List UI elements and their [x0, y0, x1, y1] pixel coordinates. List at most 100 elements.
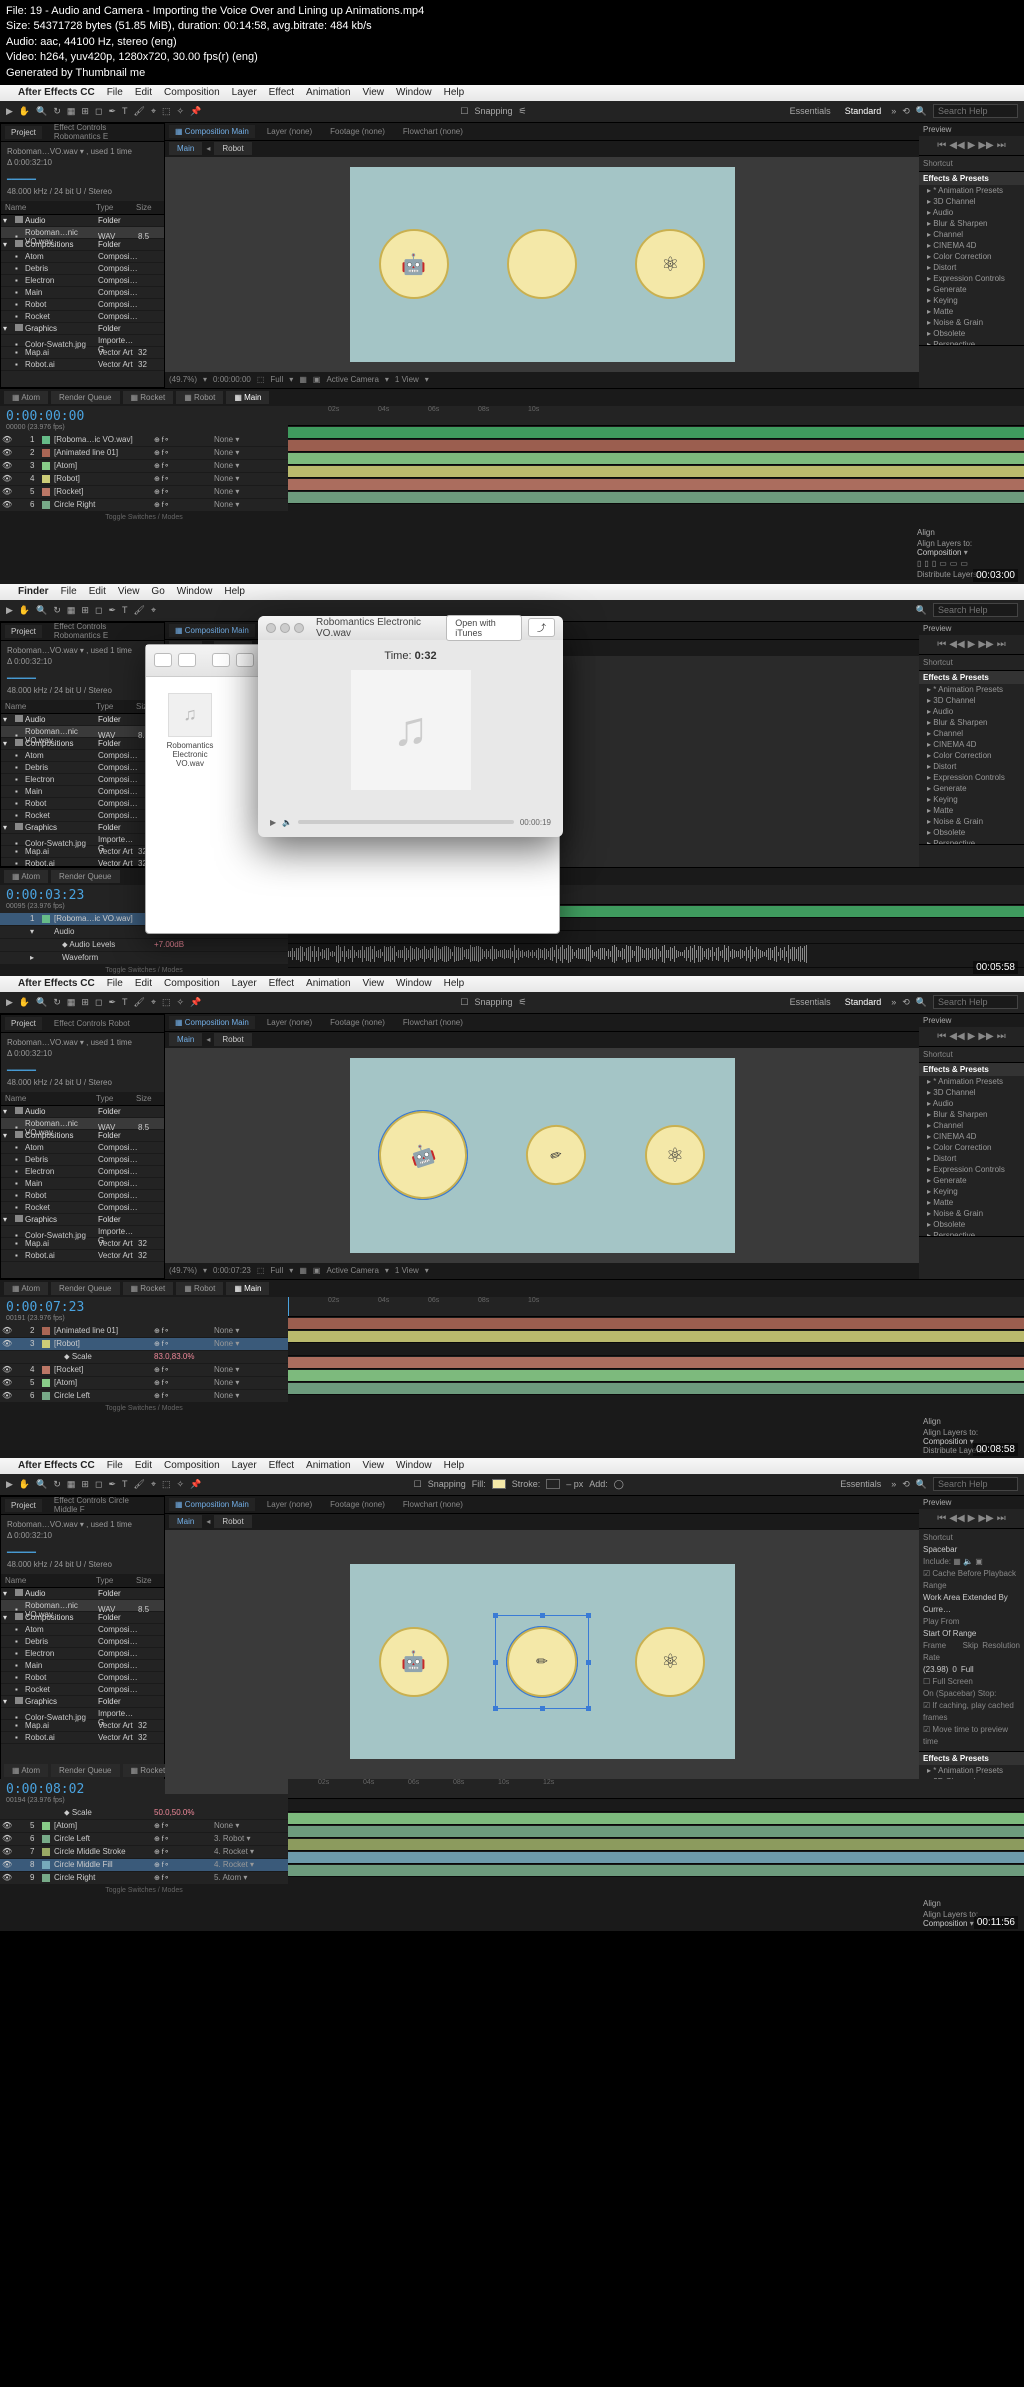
fx-category[interactable]: ▸ Color Correction	[919, 251, 1024, 262]
layer-row[interactable]: 👁5[Rocket]⊕ f⚬None ▾	[0, 486, 288, 499]
fx-category[interactable]: ▸ Perspective	[919, 339, 1024, 345]
hand-tool-icon[interactable]: ✋	[19, 106, 30, 117]
project-item[interactable]: ▪RocketComposi…	[1, 1684, 164, 1696]
subtab-robot[interactable]: Robot	[214, 142, 251, 155]
time-ruler[interactable]: 02s 04s 06s 08s 10s	[288, 406, 1024, 426]
fx-category[interactable]: ▸ Distort	[919, 262, 1024, 273]
project-item[interactable]: ▪Robot.aiVector Art32	[1, 1732, 164, 1744]
project-item[interactable]: ▪MainComposi…	[1, 1660, 164, 1672]
fx-category[interactable]: ▸ * Animation Presets	[919, 1765, 1024, 1776]
range-dropdown[interactable]: Work Area Extended By Curre…	[923, 1592, 1020, 1616]
fx-category[interactable]: ▸ CINEMA 4D	[919, 1131, 1024, 1142]
zoom-level[interactable]: (49.7%)	[169, 375, 197, 384]
app-name[interactable]: Finder	[18, 586, 49, 597]
project-item[interactable]: ▪RobotComposi…	[1, 798, 164, 810]
project-item[interactable]: ▪DebrisComposi…	[1, 1154, 164, 1166]
workspace-standard[interactable]: Standard	[841, 105, 886, 117]
roto-tool-icon[interactable]: ✧	[177, 106, 185, 117]
play-icon[interactable]: ▶	[968, 140, 976, 151]
project-item[interactable]: ▾GraphicsFolder	[1, 1214, 164, 1226]
layer-row[interactable]: 👁7Circle Middle Stroke⊕ f⚬4. Rocket ▾	[0, 1846, 288, 1859]
fx-category[interactable]: ▸ Obsolete	[919, 1219, 1024, 1230]
anchor-tool-icon[interactable]: ⊞	[81, 106, 89, 117]
selection-bounds[interactable]	[495, 1615, 589, 1709]
layer-row[interactable]: 👁3[Robot]⊕ f⚬None ▾	[0, 1338, 288, 1351]
project-item[interactable]: ▪Robot.aiVector Art32	[1, 858, 164, 867]
brush-tool-icon[interactable]: 🖌	[134, 106, 145, 117]
tab-effect-controls[interactable]: Effect Controls Robomantics E	[48, 622, 160, 643]
grid-icon[interactable]: ▦	[299, 375, 307, 384]
col-size[interactable]: Size	[136, 203, 160, 212]
project-item[interactable]: ▪AtomComposi…	[1, 750, 164, 762]
project-item[interactable]: ▪Map.aiVector Art32	[1, 1238, 164, 1250]
timecode[interactable]: 0:00:03:23	[6, 888, 84, 903]
layer-row[interactable]: ⬥ Scale83.0,83.0%	[0, 1351, 288, 1364]
fx-category[interactable]: ▸ CINEMA 4D	[919, 739, 1024, 750]
tl-tab-robot[interactable]: ▦ Robot	[176, 391, 223, 404]
layer-row[interactable]: 👁2[Animated line 01]⊕ f⚬None ▾	[0, 1325, 288, 1338]
stroke-label[interactable]: Stroke:	[512, 1479, 541, 1489]
fx-category[interactable]: ▸ Audio	[919, 1098, 1024, 1109]
project-item[interactable]: ▪Color-Swatch.jpgImporte…G	[1, 1226, 164, 1238]
search-help-input[interactable]	[933, 603, 1018, 617]
eraser-tool-icon[interactable]: ⬚	[162, 106, 171, 117]
playhead-time[interactable]: 0:00:00:00	[213, 375, 251, 384]
project-item[interactable]: ▪ElectronComposi…	[1, 774, 164, 786]
sync-icon[interactable]: ⟲	[902, 106, 910, 117]
layer-row[interactable]: 👁5[Atom]⊕ f⚬None ▾	[0, 1820, 288, 1833]
fx-category[interactable]: ▸ Obsolete	[919, 827, 1024, 838]
project-item[interactable]: ▪RocketComposi…	[1, 1202, 164, 1214]
project-item[interactable]: ▪Color-Swatch.jpgImporte…G	[1, 1708, 164, 1720]
menu-window[interactable]: Window	[396, 87, 432, 98]
canvas-artwork[interactable]: 🤖 ✏ ⚛	[350, 1564, 735, 1759]
play-button[interactable]: ▶	[270, 818, 276, 827]
menu-edit[interactable]: Edit	[89, 586, 106, 597]
align-target[interactable]: Composition	[917, 548, 961, 557]
menu-composition[interactable]: Composition	[164, 87, 220, 98]
snapping-toggle[interactable]: Snapping	[474, 106, 512, 116]
camera-view[interactable]: Active Camera	[326, 375, 378, 384]
project-item[interactable]: ▪Robot.aiVector Art32	[1, 1250, 164, 1262]
project-item[interactable]: ▪AtomComposi…	[1, 1624, 164, 1636]
clone-tool-icon[interactable]: ⌖	[151, 106, 156, 117]
tl-tab-main[interactable]: ▦ Main	[226, 391, 269, 404]
pen-tool-icon[interactable]: ✒	[108, 106, 116, 117]
project-item[interactable]: ▪Map.aiVector Art32	[1, 347, 164, 359]
project-item[interactable]: ▪ElectronComposi…	[1, 275, 164, 287]
project-item[interactable]: ▾AudioFolder	[1, 1588, 164, 1600]
fx-category[interactable]: ▸ Expression Controls	[919, 772, 1024, 783]
project-item[interactable]: ▪DebrisComposi…	[1, 263, 164, 275]
fx-category[interactable]: ▸ 3D Channel	[919, 196, 1024, 207]
fx-category[interactable]: ▸ Noise & Grain	[919, 816, 1024, 827]
fx-category[interactable]: ▸ Distort	[919, 1153, 1024, 1164]
project-item[interactable]: ▪AtomComposi…	[1, 1142, 164, 1154]
align-top-icon[interactable]: ▭	[939, 559, 947, 568]
quicklook-window[interactable]: Robomantics Electronic VO.wav Open with …	[258, 616, 563, 837]
fx-category[interactable]: ▸ Keying	[919, 794, 1024, 805]
layer-row[interactable]: 👁5[Atom]⊕ f⚬None ▾	[0, 1377, 288, 1390]
file-item[interactable]: ♫ Robomantics Electronic VO.wav	[162, 693, 218, 768]
share-button[interactable]: ⤴	[528, 618, 555, 637]
project-item[interactable]: ▪RocketComposi…	[1, 311, 164, 323]
playfrom-dropdown[interactable]: Start Of Range	[923, 1628, 1020, 1640]
layer-row[interactable]: ⬥ Scale50.0,50.0%	[0, 1807, 288, 1820]
search-help-input[interactable]	[933, 104, 1018, 118]
selection-tool-icon[interactable]: ▶	[6, 106, 13, 117]
project-item[interactable]: ▪Color-Swatch.jpgImporte…G	[1, 834, 164, 846]
project-item[interactable]: ▾AudioFolder	[1, 1106, 164, 1118]
minimize-icon[interactable]	[280, 623, 290, 633]
subtab-main[interactable]: Main	[169, 142, 202, 155]
view-list-button[interactable]	[236, 653, 254, 667]
tab-project[interactable]: Project	[5, 625, 42, 638]
first-frame-icon[interactable]: ⏮	[937, 140, 946, 151]
layer-row[interactable]: 👁9Circle Right⊕ f⚬5. Atom ▾	[0, 1872, 288, 1885]
layer-row[interactable]: 👁3[Atom]⊕ f⚬None ▾	[0, 460, 288, 473]
project-item[interactable]: ▾AudioFolder	[1, 714, 164, 726]
fx-category[interactable]: ▸ Channel	[919, 229, 1024, 240]
prev-frame-icon[interactable]: ◀◀	[949, 140, 964, 151]
align-hcenter-icon[interactable]: ▯	[924, 559, 928, 568]
project-item[interactable]: ▪ElectronComposi…	[1, 1648, 164, 1660]
fx-category[interactable]: ▸ Keying	[919, 1186, 1024, 1197]
project-item[interactable]: ▾GraphicsFolder	[1, 323, 164, 335]
view-icon-button[interactable]	[212, 653, 230, 667]
